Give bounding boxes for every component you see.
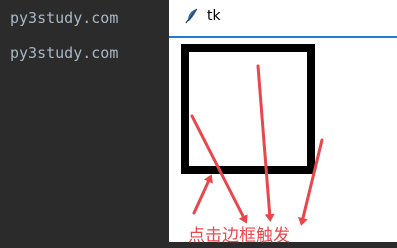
- feather-icon: [185, 8, 198, 24]
- window-titlebar[interactable]: tk: [169, 0, 397, 33]
- clickable-bordered-rectangle[interactable]: [181, 44, 315, 174]
- code-editor: py3study.com py3study.com: [0, 0, 169, 242]
- tk-window: tk: [169, 0, 397, 242]
- annotation-caption: 点击边框触发: [188, 226, 290, 246]
- code-line: py3study.com: [10, 44, 119, 62]
- code-line: py3study.com: [10, 9, 119, 27]
- tk-canvas[interactable]: [169, 38, 397, 242]
- window-title: tk: [207, 8, 221, 24]
